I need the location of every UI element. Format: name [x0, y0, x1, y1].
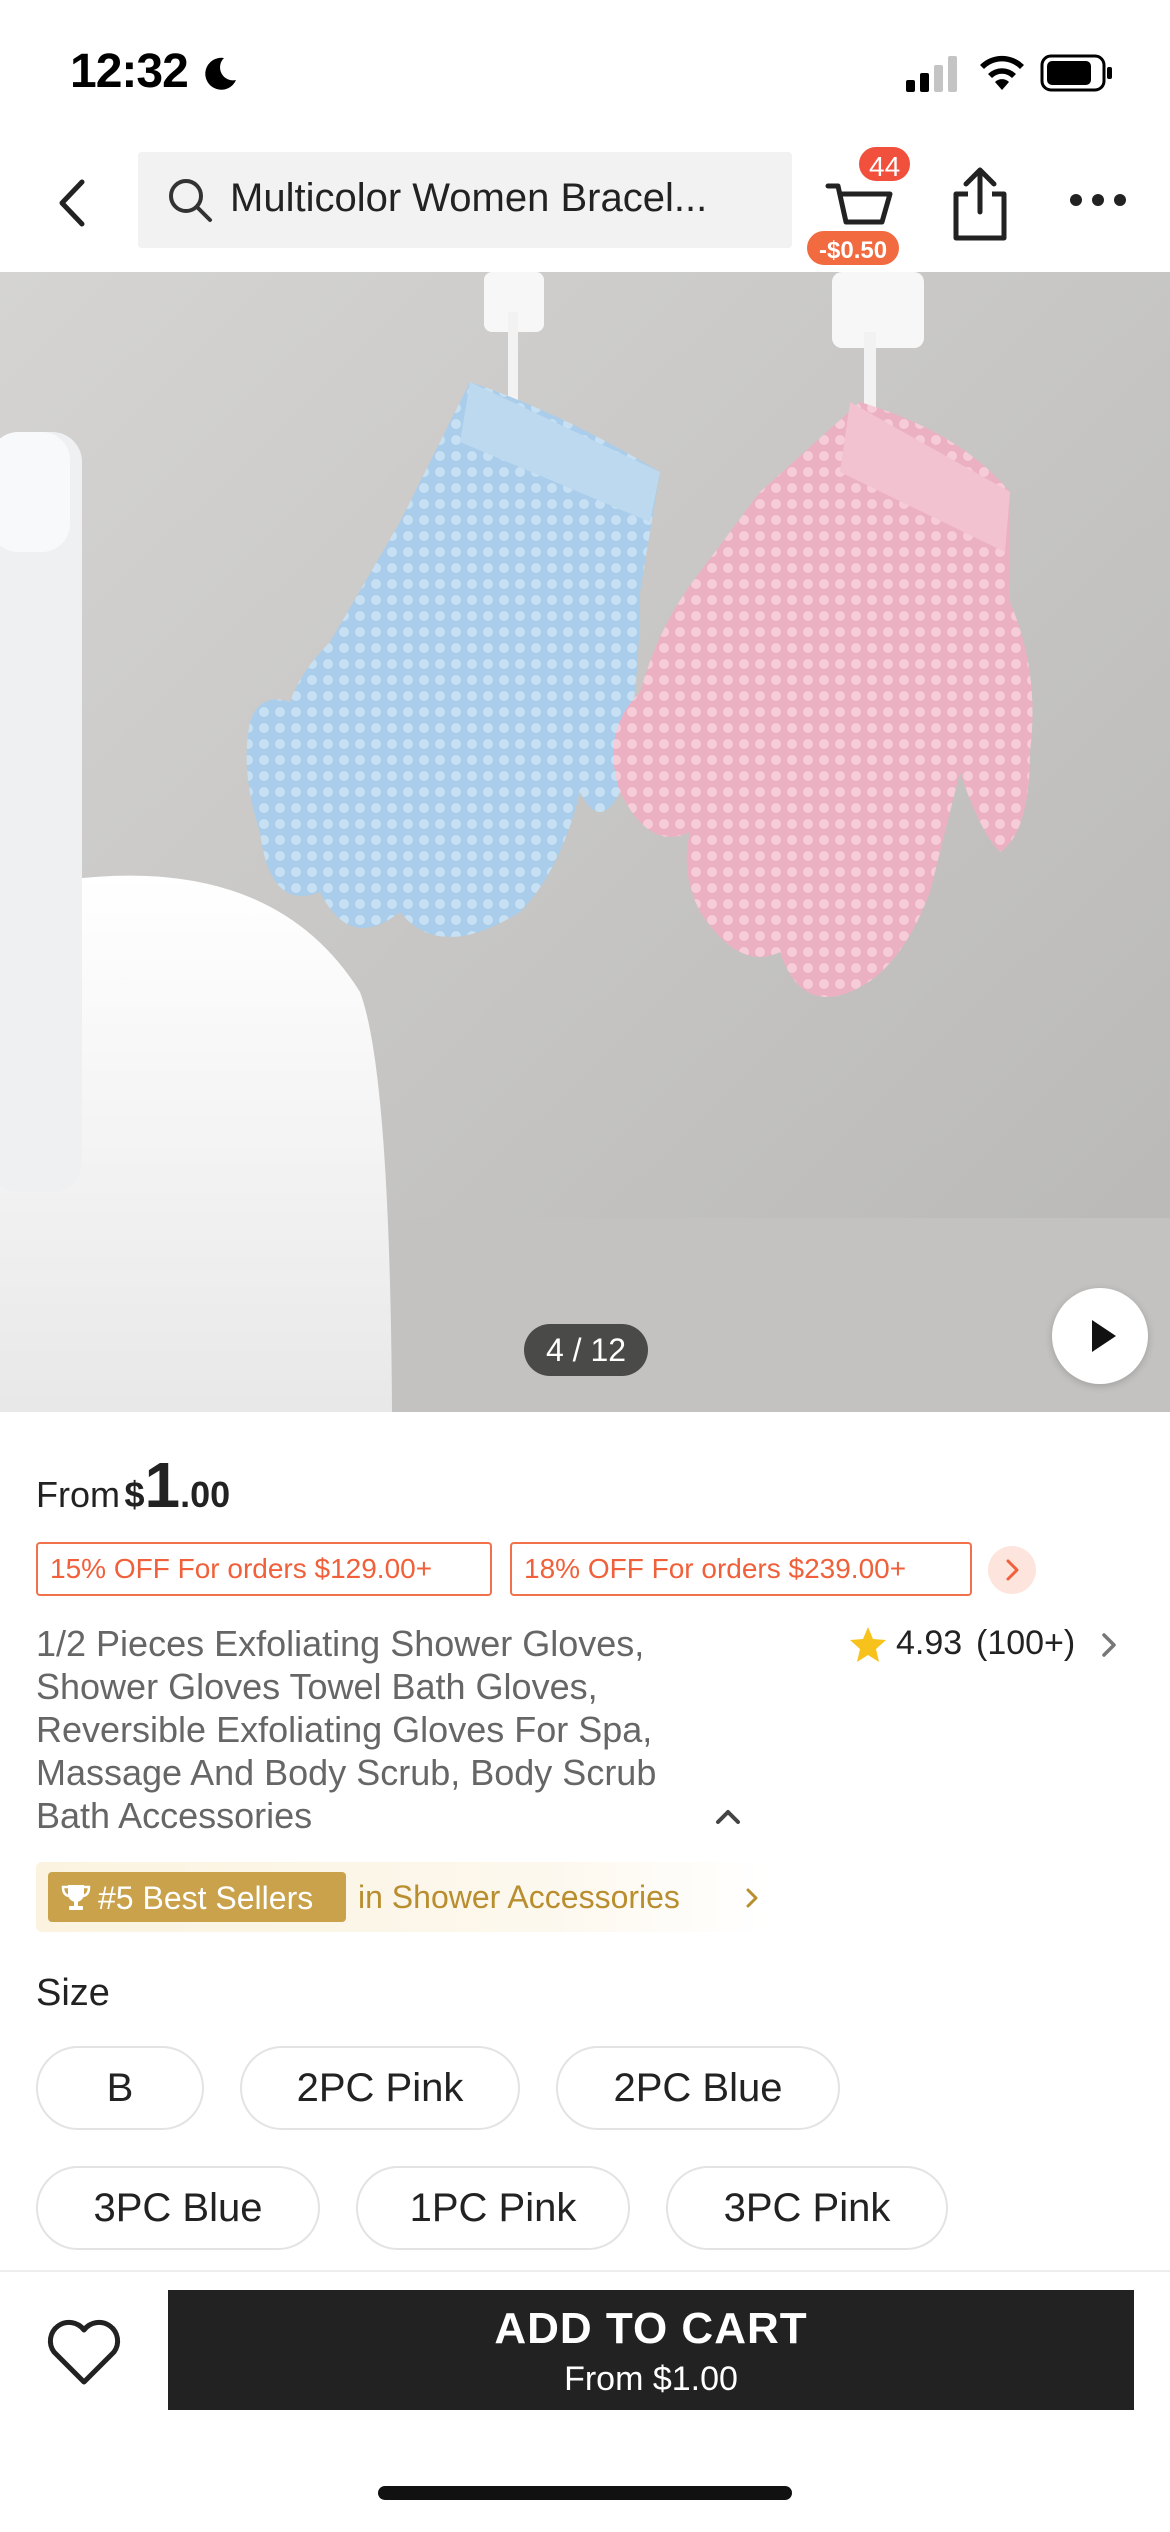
best-seller-rank: #5 Best Sellers [98, 1880, 314, 1916]
size-option-b[interactable]: B [36, 2046, 204, 2130]
search-query-text: Multicolor Women Bracel... [230, 176, 708, 220]
product-image [0, 272, 1170, 1412]
play-video-button[interactable] [1052, 1288, 1148, 1384]
best-seller-rank-pill: #5 Best Sellers [48, 1872, 346, 1922]
size-option-2pc-pink[interactable]: 2PC Pink [240, 2046, 520, 2130]
price: From $1.00 [36, 1448, 231, 1521]
divider [0, 2270, 1170, 2272]
moon-icon [200, 54, 240, 99]
heart-icon [47, 2319, 121, 2385]
more-options-button[interactable] [1066, 180, 1130, 220]
home-indicator [378, 2486, 792, 2500]
size-option-1pc-pink[interactable]: 1PC Pink [356, 2166, 630, 2250]
chevron-right-icon [742, 1884, 762, 1912]
chevron-right-icon [1006, 1559, 1019, 1581]
star-icon [848, 1624, 888, 1669]
size-option-3pc-pink[interactable]: 3PC Pink [666, 2166, 948, 2250]
wifi-icon [978, 52, 1026, 97]
gallery-page-counter: 4 / 12 [524, 1324, 648, 1376]
chevron-up-icon [716, 1810, 740, 1824]
search-icon [166, 176, 214, 229]
status-time: 12:32 [70, 45, 189, 98]
battery-icon [1040, 54, 1114, 97]
collapse-title-button[interactable] [708, 1796, 748, 1836]
price-decimal: .00 [180, 1474, 231, 1515]
share-icon [953, 167, 1007, 241]
product-image-gallery[interactable]: 4 / 12 [0, 272, 1170, 1412]
top-nav-bar: Multicolor Women Bracel... 44 -$0.50 [0, 140, 1170, 272]
status-bar: 12:32 [0, 0, 1170, 140]
review-count: (100+) [976, 1624, 1076, 1662]
trophy-icon [60, 1882, 92, 1919]
product-title: 1/2 Pieces Exfoliating Shower Gloves, Sh… [36, 1623, 657, 1836]
add-to-cart-price: From $1.00 [564, 2360, 738, 2398]
rating-value: 4.93 [896, 1624, 963, 1662]
cart-discount-badge: -$0.50 [804, 228, 903, 268]
more-coupons-button[interactable] [988, 1546, 1036, 1594]
price-currency: $ [124, 1474, 145, 1515]
size-option-3pc-blue[interactable]: 3PC Blue [36, 2166, 320, 2250]
price-integer: 1 [144, 1449, 181, 1521]
wishlist-button[interactable] [44, 2316, 124, 2388]
coupon-tag[interactable]: 18% OFF For orders $239.00+ [510, 1542, 972, 1596]
play-icon [1092, 1320, 1116, 1352]
best-seller-category: in Shower Accessories [358, 1879, 680, 1915]
cellular-signal-icon [906, 56, 962, 97]
size-section-label: Size [36, 1972, 110, 2014]
reviews-link[interactable] [1094, 1628, 1124, 1662]
cart-count-badge: 44 [856, 144, 914, 184]
chevron-left-icon [59, 179, 85, 227]
more-horizontal-icon [1070, 194, 1126, 206]
search-bar[interactable]: Multicolor Women Bracel... [138, 152, 792, 248]
best-seller-banner[interactable]: #5 Best Sellers in Shower Accessories [36, 1862, 766, 1932]
add-to-cart-label: ADD TO CART [494, 2304, 808, 2353]
chevron-right-icon [1102, 1633, 1116, 1657]
size-option-2pc-blue[interactable]: 2PC Blue [556, 2046, 840, 2130]
add-to-cart-button[interactable]: ADD TO CART From $1.00 [168, 2290, 1134, 2410]
price-from-label: From [36, 1474, 120, 1515]
share-button[interactable] [948, 164, 1012, 244]
coupon-tag[interactable]: 15% OFF For orders $129.00+ [36, 1542, 492, 1596]
back-button[interactable] [40, 168, 110, 238]
